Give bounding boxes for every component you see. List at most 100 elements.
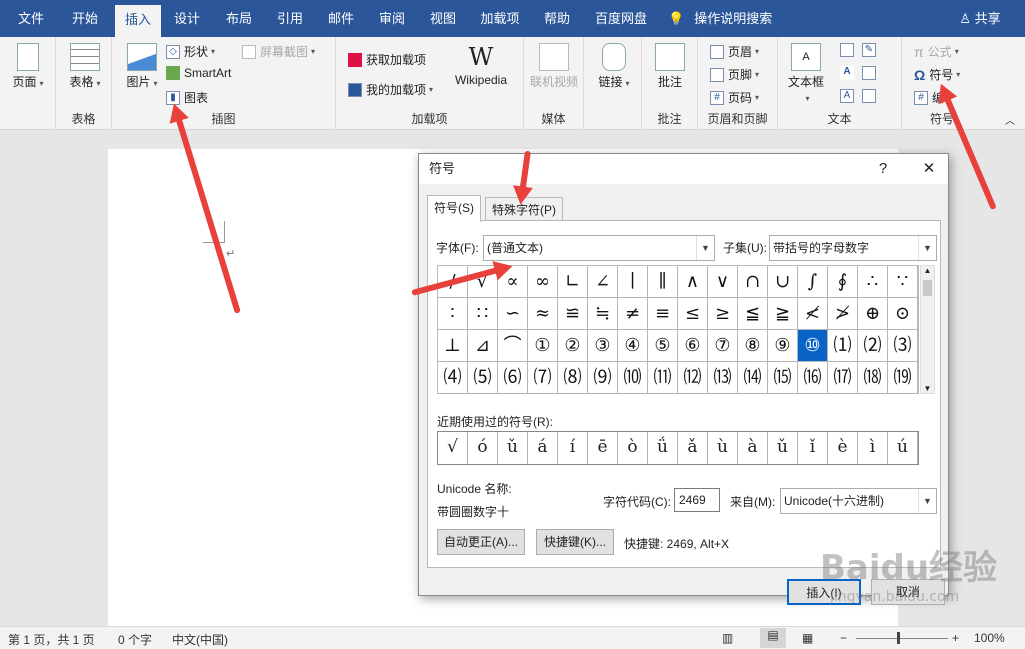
tab-file[interactable]: 文件 [8, 0, 54, 37]
share-button[interactable]: ♙ 共享 [955, 0, 1005, 37]
recent-symbol-cell[interactable]: ǘ [648, 432, 678, 464]
recent-symbol-cell[interactable]: í [558, 432, 588, 464]
symbol-cell[interactable]: ⌒ [498, 330, 528, 362]
recent-symbol-cell[interactable]: á [528, 432, 558, 464]
symbol-grid-scrollbar[interactable]: ▲ ▼ [920, 265, 935, 394]
page-number-button[interactable]: # 页码 [710, 89, 759, 106]
symbol-cell[interactable]: ⒃ [798, 362, 828, 394]
char-code-input[interactable]: 2469 [674, 488, 720, 512]
zoom-slider[interactable] [856, 638, 948, 639]
recent-symbol-cell[interactable]: ò [618, 432, 648, 464]
symbol-cell[interactable]: ⑷ [438, 362, 468, 394]
tab-baidu-netdisk[interactable]: 百度网盘 [588, 0, 654, 37]
symbol-cell[interactable]: ≠ [618, 298, 648, 330]
help-button[interactable]: ? [863, 154, 903, 184]
symbol-cell[interactable]: ⑦ [708, 330, 738, 362]
symbol-cell[interactable]: ∠ [588, 266, 618, 298]
symbol-cell[interactable]: ∨ [708, 266, 738, 298]
recent-symbol-cell[interactable]: à [738, 432, 768, 464]
tab-addins[interactable]: 加载项 [474, 0, 526, 37]
symbol-cell[interactable]: ∟ [558, 266, 588, 298]
symbol-cell[interactable]: ⑿ [678, 362, 708, 394]
tab-layout[interactable]: 布局 [216, 0, 262, 37]
symbol-cell[interactable]: ⑺ [528, 362, 558, 394]
symbol-cell[interactable]: ⊙ [888, 298, 918, 330]
symbol-cell[interactable]: ≯ [828, 298, 858, 330]
font-select[interactable]: (普通文本) ▼ [483, 235, 715, 261]
symbol-cell[interactable]: ∣ [618, 266, 648, 298]
symbol-cell[interactable]: ∷ [468, 298, 498, 330]
quick-parts-button[interactable] [840, 43, 858, 57]
symbol-cell[interactable]: ⑾ [648, 362, 678, 394]
zoom-out-icon[interactable]: − [840, 631, 847, 645]
zoom-slider-thumb[interactable] [897, 632, 900, 644]
symbol-cell[interactable]: ⊕ [858, 298, 888, 330]
symbol-cell[interactable]: ≡ [648, 298, 678, 330]
recent-symbol-cell[interactable]: ù [708, 432, 738, 464]
word-count[interactable]: 0 个字 [118, 631, 152, 648]
equation-button[interactable]: π 公式 [914, 43, 959, 60]
symbol-cell[interactable]: ⊿ [468, 330, 498, 362]
header-button[interactable]: 页眉 [710, 43, 759, 60]
symbol-cell[interactable]: ② [558, 330, 588, 362]
page-count[interactable]: 第 1 页，共 1 页 [8, 631, 95, 648]
dropcap-button[interactable]: A [840, 89, 858, 103]
symbol-cell[interactable]: ∥ [648, 266, 678, 298]
online-video-button[interactable]: 联机视频 [529, 43, 579, 90]
scroll-down-icon[interactable]: ▼ [921, 384, 934, 393]
recent-symbol-cell[interactable]: ó [468, 432, 498, 464]
tab-help[interactable]: 帮助 [534, 0, 580, 37]
link-button[interactable]: 链接 [594, 43, 634, 90]
symbol-cell[interactable]: ⑴ [828, 330, 858, 362]
subset-select[interactable]: 带括号的字母数字 ▼ [769, 235, 937, 261]
symbol-cell[interactable]: ⒄ [828, 362, 858, 394]
symbol-button[interactable]: Ω 符号 [914, 66, 960, 83]
table-button[interactable]: 表格 [64, 43, 106, 90]
recent-symbol-cell[interactable]: ǔ [498, 432, 528, 464]
symbol-cell[interactable]: ≧ [768, 298, 798, 330]
shapes-button[interactable]: ◇ 形状 [166, 43, 215, 60]
smartart-button[interactable]: SmartArt [166, 66, 231, 80]
zoom-level[interactable]: 100% [974, 631, 1005, 645]
signature-line-button[interactable]: ✎ [862, 43, 880, 57]
scroll-thumb[interactable] [923, 280, 932, 296]
symbol-cell[interactable]: ① [528, 330, 558, 362]
tell-me-search[interactable]: 💡 操作说明搜索 [668, 0, 778, 37]
symbol-cell[interactable]: ∞ [528, 266, 558, 298]
picture-button[interactable]: 图片 [122, 43, 162, 90]
recent-symbol-cell[interactable]: è [828, 432, 858, 464]
symbol-cell[interactable]: ⑹ [498, 362, 528, 394]
symbol-cell[interactable]: ⑵ [858, 330, 888, 362]
symbol-cell[interactable]: ∶ [438, 298, 468, 330]
read-mode-icon[interactable]: ▥ [722, 631, 733, 645]
textbox-button[interactable]: A 文本框 [786, 43, 826, 104]
symbol-cell[interactable]: ∫ [798, 266, 828, 298]
symbol-cell[interactable]: ≦ [738, 298, 768, 330]
symbol-cell[interactable]: ≥ [708, 298, 738, 330]
symbol-cell[interactable]: ⑶ [888, 330, 918, 362]
autocorrect-button[interactable]: 自动更正(A)... [437, 529, 525, 555]
footer-button[interactable]: 页脚 [710, 66, 759, 83]
symbol-cell[interactable]: ⑩ [798, 330, 828, 362]
symbol-cell[interactable]: ≒ [588, 298, 618, 330]
symbol-cell[interactable]: ③ [588, 330, 618, 362]
symbol-cell[interactable]: ⑻ [558, 362, 588, 394]
screenshot-button[interactable]: 屏幕截图 [242, 43, 315, 60]
tab-mailings[interactable]: 邮件 [318, 0, 364, 37]
symbol-cell[interactable]: ④ [618, 330, 648, 362]
web-layout-icon[interactable]: ▦ [802, 631, 813, 645]
symbol-cell[interactable]: ⑨ [768, 330, 798, 362]
symbol-cell[interactable]: ⑽ [618, 362, 648, 394]
tab-view[interactable]: 视图 [420, 0, 466, 37]
recent-symbol-cell[interactable]: ē [588, 432, 618, 464]
symbol-cell[interactable]: ⑥ [678, 330, 708, 362]
symbol-cell[interactable]: ⒂ [768, 362, 798, 394]
recent-symbol-cell[interactable]: ǔ [768, 432, 798, 464]
wordart-button[interactable]: A [840, 66, 858, 80]
language[interactable]: 中文(中国) [172, 631, 228, 648]
symbol-cell[interactable]: ∩ [738, 266, 768, 298]
symbol-cell[interactable]: ⑤ [648, 330, 678, 362]
recent-symbol-cell[interactable]: ǐ [798, 432, 828, 464]
symbol-cell[interactable]: ⒆ [888, 362, 918, 394]
symbol-cell[interactable]: ∪ [768, 266, 798, 298]
